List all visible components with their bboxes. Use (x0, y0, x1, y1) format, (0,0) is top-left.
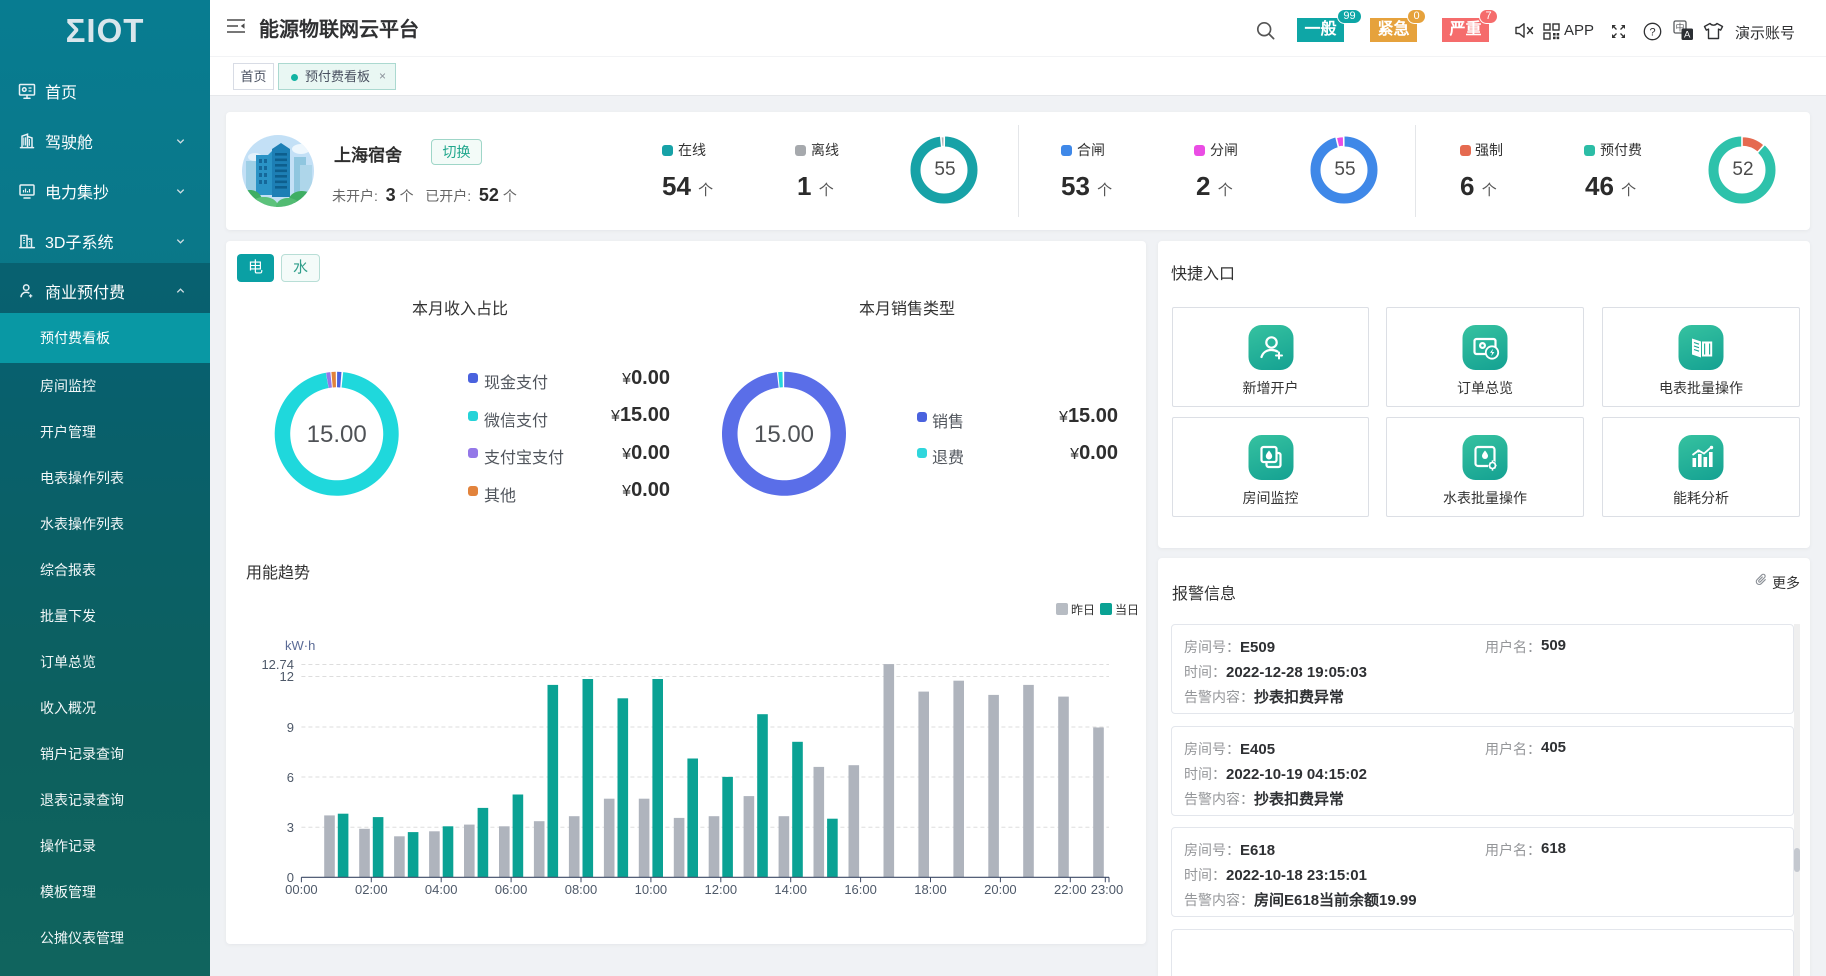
svg-text:55: 55 (1334, 159, 1355, 180)
svg-text:A: A (1684, 30, 1691, 41)
svg-text:10:00: 10:00 (635, 882, 668, 897)
svg-text:6: 6 (287, 770, 294, 785)
svg-text:3: 3 (287, 820, 294, 835)
svg-text:06:00: 06:00 (495, 882, 528, 897)
svg-text:00:00: 00:00 (285, 882, 318, 897)
svg-text:12: 12 (280, 669, 294, 684)
svg-text:02:00: 02:00 (355, 882, 388, 897)
svg-text:14:00: 14:00 (774, 882, 807, 897)
svg-text:15.00: 15.00 (307, 421, 367, 448)
svg-text:55: 55 (934, 159, 955, 180)
svg-text:20:00: 20:00 (984, 882, 1017, 897)
svg-text:9: 9 (287, 720, 294, 735)
svg-text:08:00: 08:00 (565, 882, 598, 897)
svg-text:16:00: 16:00 (844, 882, 877, 897)
svg-text:12:00: 12:00 (705, 882, 738, 897)
svg-text:当日: 当日 (1115, 603, 1139, 617)
svg-text:22:00: 22:00 (1054, 882, 1087, 897)
svg-text:18:00: 18:00 (914, 882, 947, 897)
svg-text:?: ? (1649, 27, 1655, 39)
svg-text:23:00: 23:00 (1091, 882, 1124, 897)
svg-text:15.00: 15.00 (754, 421, 814, 448)
svg-text:04:00: 04:00 (425, 882, 458, 897)
svg-text:52: 52 (1732, 159, 1753, 180)
svg-text:昨日: 昨日 (1071, 603, 1095, 617)
svg-text:kW·h: kW·h (285, 638, 315, 653)
